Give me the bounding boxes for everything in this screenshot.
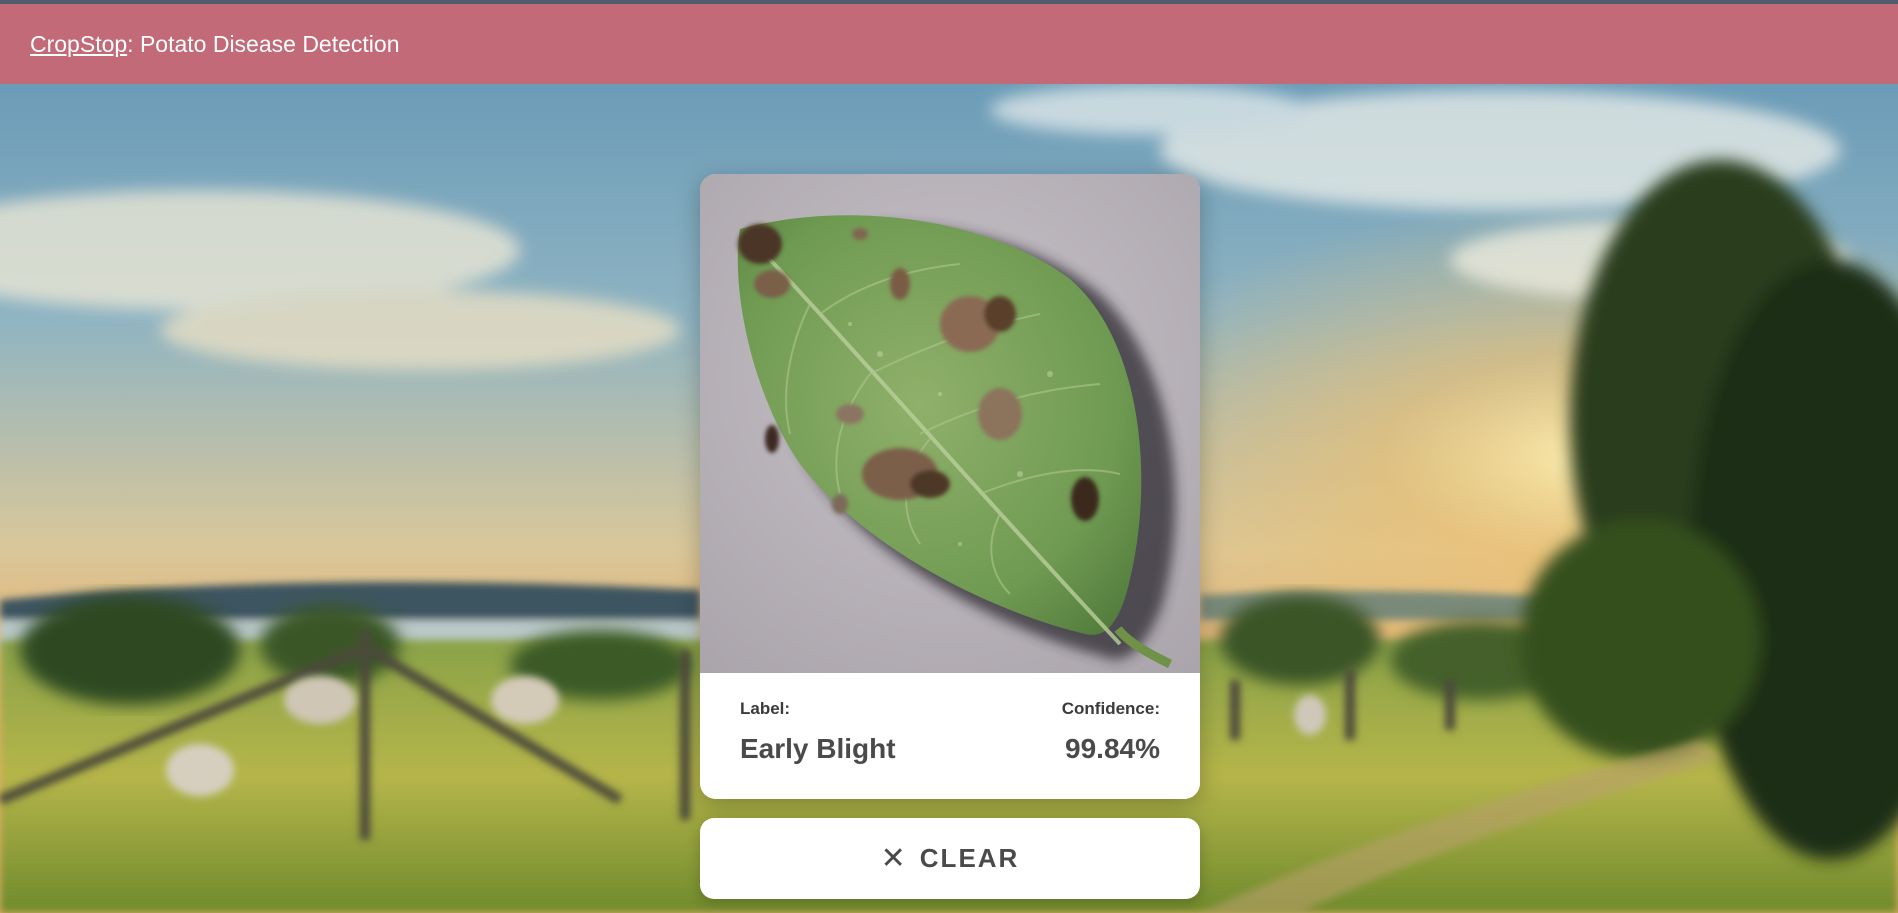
label-field: Label: Early Blight — [740, 673, 896, 765]
prediction-result: Label: Early Blight Confidence: 99.84% — [700, 673, 1200, 799]
predicted-label: Early Blight — [740, 733, 896, 764]
clear-button-label: CLEAR — [919, 843, 1020, 873]
close-icon: ✕ — [880, 840, 906, 876]
confidence-field: Confidence: 99.84% — [1062, 673, 1160, 765]
page-title: CropStop: Potato Disease Detection — [30, 31, 400, 58]
uploaded-leaf-image — [700, 174, 1200, 673]
brand-link[interactable]: CropStop — [30, 31, 127, 57]
clear-button[interactable]: ✕ CLEAR — [700, 818, 1200, 899]
label-caption: Label: — [740, 699, 791, 718]
result-card: Label: Early Blight Confidence: 99.84% — [700, 174, 1200, 799]
app-header: CropStop: Potato Disease Detection — [0, 0, 1898, 84]
confidence-value: 99.84% — [1065, 733, 1160, 764]
confidence-caption: Confidence: — [1061, 699, 1160, 718]
title-suffix: : Potato Disease Detection — [127, 30, 400, 57]
